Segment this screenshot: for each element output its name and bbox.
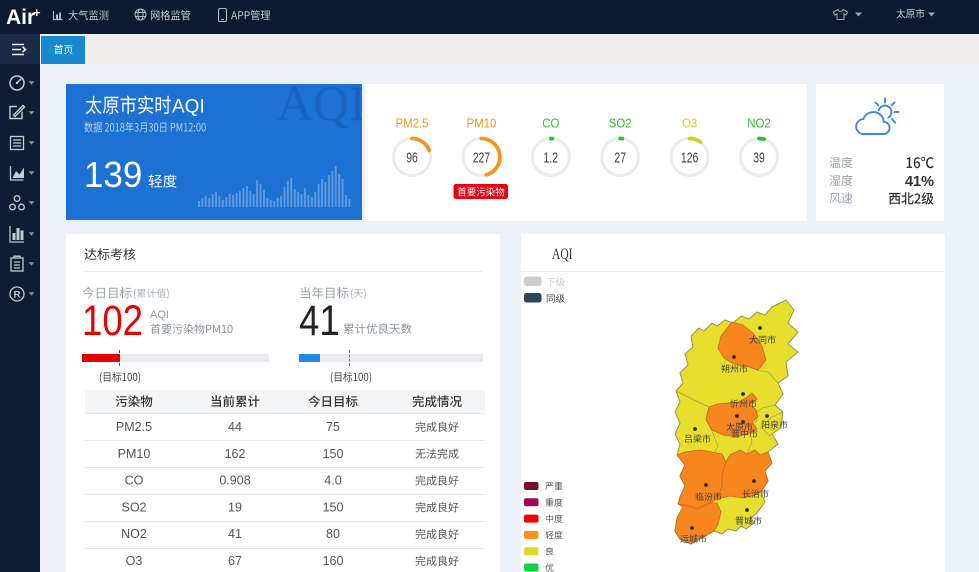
svg-text:0.908: 0.908	[219, 474, 250, 488]
svg-text:+: +	[33, 5, 41, 20]
svg-text:PM2.5: PM2.5	[395, 116, 428, 131]
svg-text:AQI: AQI	[277, 75, 366, 131]
svg-text:AQI: AQI	[150, 309, 169, 321]
svg-text:160: 160	[323, 554, 344, 568]
svg-text:162: 162	[225, 447, 246, 461]
svg-text:NO2: NO2	[747, 116, 771, 131]
svg-text:R: R	[14, 290, 21, 301]
svg-text:150: 150	[323, 500, 344, 514]
svg-text:CO: CO	[542, 116, 559, 131]
svg-text:227: 227	[473, 150, 490, 166]
svg-text:SO2: SO2	[609, 116, 632, 131]
svg-text:PM10: PM10	[118, 447, 151, 461]
svg-text:44: 44	[228, 420, 242, 434]
svg-text:41: 41	[299, 297, 340, 344]
svg-text:19: 19	[228, 500, 242, 514]
svg-text:SO2: SO2	[121, 500, 146, 514]
svg-text:NO2: NO2	[121, 527, 147, 541]
svg-text:1.2: 1.2	[544, 150, 559, 166]
svg-text:126: 126	[681, 150, 698, 166]
svg-text:O3: O3	[682, 116, 697, 131]
svg-text:39: 39	[753, 150, 765, 166]
svg-text:PM10: PM10	[466, 116, 496, 131]
svg-text:AQI: AQI	[172, 97, 205, 118]
svg-text:80: 80	[326, 527, 340, 541]
svg-text:139: 139	[84, 155, 142, 196]
svg-text:41: 41	[228, 527, 242, 541]
svg-text:Air: Air	[6, 6, 35, 29]
svg-text:75: 75	[326, 420, 340, 434]
svg-text:96: 96	[406, 150, 418, 166]
svg-text:PM2.5: PM2.5	[116, 420, 152, 434]
svg-text:67: 67	[228, 554, 242, 568]
svg-text:27: 27	[614, 150, 626, 166]
svg-text:AQI: AQI	[552, 246, 573, 263]
svg-text:41%: 41%	[905, 174, 934, 190]
svg-text:CO: CO	[125, 474, 144, 488]
svg-text:4.0: 4.0	[324, 474, 341, 488]
svg-text:102: 102	[82, 297, 143, 344]
svg-text:150: 150	[323, 447, 344, 461]
svg-text:O3: O3	[126, 554, 143, 568]
